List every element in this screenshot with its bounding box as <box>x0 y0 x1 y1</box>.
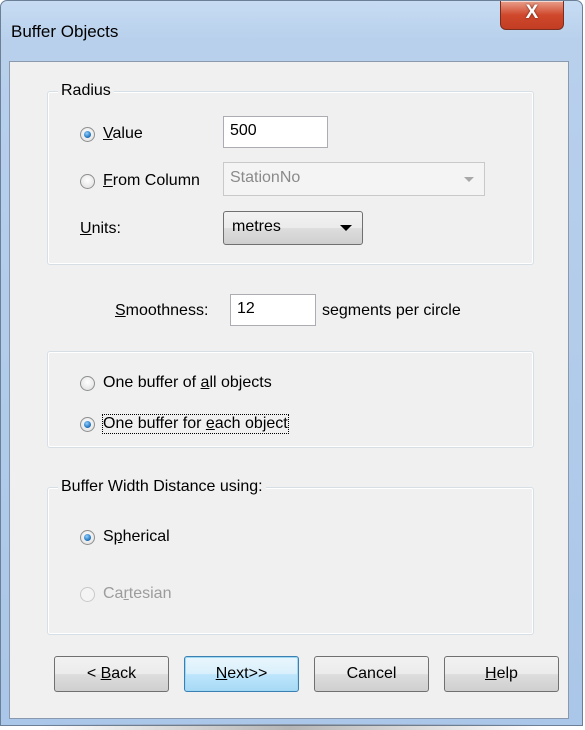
taskbar-shadow <box>40 724 540 730</box>
units-select[interactable]: metres <box>223 211 363 245</box>
cancel-button[interactable]: Cancel <box>314 656 429 692</box>
close-icon: X <box>525 2 539 23</box>
dialog-window: Buffer Objects X Radius Value 500 From C… <box>0 0 583 726</box>
radio-from-column[interactable]: From Column <box>80 172 200 190</box>
column-select-value: StationNo <box>230 169 301 186</box>
radio-spherical[interactable]: Spherical <box>80 528 170 546</box>
next-button[interactable]: Next>> <box>184 656 299 692</box>
radio-value-button[interactable] <box>80 126 95 142</box>
distance-legend: Buffer Width Distance using: <box>58 478 266 496</box>
distance-group: Buffer Width Distance using: <box>47 478 534 635</box>
title-bar[interactable]: Buffer Objects X <box>1 1 582 59</box>
chevron-down-icon <box>464 177 474 182</box>
radio-one-buffer-each-button[interactable] <box>80 416 95 432</box>
radio-one-buffer-all-label: One buffer of all objects <box>103 374 272 391</box>
radio-cartesian-button[interactable] <box>80 586 95 602</box>
column-select[interactable]: StationNo <box>223 162 485 196</box>
dialog-client-area: Radius Value 500 From Column StationNo U… <box>9 61 569 719</box>
help-button[interactable]: Help <box>444 656 559 692</box>
radio-one-buffer-all-button[interactable] <box>80 375 95 391</box>
radio-value[interactable]: Value <box>80 125 143 143</box>
radio-spherical-label: Spherical <box>103 528 170 545</box>
radius-value-input[interactable]: 500 <box>223 116 328 148</box>
units-select-value: metres <box>232 218 281 235</box>
buffer-mode-group <box>47 351 534 448</box>
radio-one-buffer-all[interactable]: One buffer of all objects <box>80 374 272 392</box>
radio-value-label: Value <box>103 125 143 142</box>
radio-from-column-label: From Column <box>103 172 200 189</box>
smoothness-input[interactable]: 12 <box>230 294 316 326</box>
close-button[interactable]: X <box>500 1 564 30</box>
radio-cartesian-label: Cartesian <box>103 585 172 602</box>
dropdown-arrow-icon <box>340 225 352 231</box>
radio-one-buffer-each-label: One buffer for each object <box>102 414 289 434</box>
smoothness-label: Smoothness: <box>115 302 209 319</box>
radio-one-buffer-each[interactable]: One buffer for each object <box>80 414 289 434</box>
radio-spherical-button[interactable] <box>80 529 95 545</box>
radio-cartesian[interactable]: Cartesian <box>80 585 171 603</box>
units-label: Units: <box>80 220 121 237</box>
back-button[interactable]: < Back <box>54 656 169 692</box>
radio-from-column-button[interactable] <box>80 173 95 189</box>
radius-legend: Radius <box>58 82 114 100</box>
dialog-title: Buffer Objects <box>11 22 119 41</box>
smoothness-suffix: segments per circle <box>322 302 461 319</box>
